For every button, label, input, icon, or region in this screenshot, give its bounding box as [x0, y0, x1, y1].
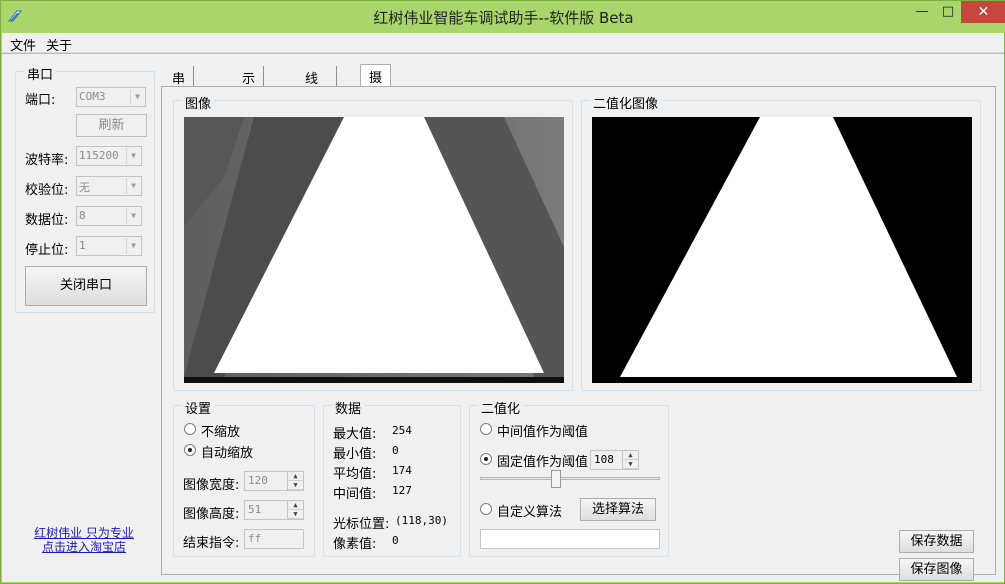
tab-oscilloscope[interactable]: 示波器 [234, 66, 265, 125]
threshold-slider-track[interactable] [480, 477, 660, 480]
refresh-button[interactable]: 刷新 [76, 114, 147, 137]
parity-select[interactable]: 无 ▼ [76, 176, 142, 196]
height-value: 51 [248, 503, 262, 516]
binarize-group-title: 二值化 [478, 398, 524, 417]
tab-serial-assistant[interactable]: 串口助手 [164, 66, 195, 144]
height-input[interactable]: 51 ▲ ▼ [244, 500, 304, 520]
max-value: 254 [392, 424, 412, 437]
port-value: COM3 [79, 90, 106, 103]
databits-value: 8 [79, 209, 86, 222]
fixed-threshold-radio[interactable] [480, 453, 492, 465]
minimize-button[interactable]: — [908, 3, 936, 23]
databits-label: 数据位: [25, 213, 69, 228]
mid-threshold-label: 中间值作为阈值 [497, 425, 589, 440]
save-data-button[interactable]: 保存数据 [899, 530, 974, 553]
data-group: 数据 最大值: 254 最小值: 0 平均值: 174 中间值: 127 光标位… [323, 398, 461, 557]
width-label: 图像宽度: [183, 478, 240, 493]
fixed-threshold-label: 固定值作为阈值 [497, 455, 589, 470]
chevron-down-icon: ▼ [130, 89, 144, 105]
menu-bar: 文件 关于 [2, 33, 1004, 54]
stopbits-label: 停止位: [25, 243, 69, 258]
width-input[interactable]: 120 ▲ ▼ [244, 471, 304, 491]
custom-algo-radio[interactable] [480, 503, 492, 515]
baud-value: 115200 [79, 149, 119, 162]
min-value: 0 [392, 444, 399, 457]
height-label: 图像高度: [183, 507, 240, 522]
auto-scale-label: 自动缩放 [201, 446, 254, 461]
binary-image[interactable] [592, 117, 972, 383]
cursor-label: 光标位置: [333, 517, 390, 532]
mid-threshold-radio[interactable] [480, 423, 492, 435]
close-button[interactable]: ✕ [961, 1, 1005, 23]
max-label: 最大值: [333, 427, 377, 442]
threshold-slider-handle[interactable] [551, 470, 561, 488]
pixel-label: 像素值: [333, 537, 377, 552]
end-cmd-label: 结束指令: [183, 536, 240, 551]
serial-group-title: 串口 [24, 64, 57, 83]
chevron-down-icon: ▼ [126, 238, 140, 254]
stopbits-select[interactable]: 1 ▼ [76, 236, 142, 256]
pixel-value: 0 [392, 534, 399, 547]
menu-about[interactable]: 关于 [46, 35, 72, 54]
store-link-line2[interactable]: 点击进入淘宝店 [24, 538, 144, 555]
no-scale-label: 不缩放 [201, 425, 241, 440]
fixed-threshold-input[interactable]: 108 ▲ ▼ [590, 450, 639, 470]
fixed-threshold-value: 108 [594, 453, 614, 466]
image-group-title: 图像 [182, 93, 215, 112]
title-bar[interactable]: 红树伟业智能车调试助手--软件版 Beta — □ ✕ [1, 1, 1005, 33]
data-group-title: 数据 [332, 398, 365, 417]
settings-group-title: 设置 [182, 398, 215, 417]
width-value: 120 [248, 474, 268, 487]
chevron-down-icon: ▼ [126, 178, 140, 194]
avg-label: 平均值: [333, 467, 377, 482]
app-window: 红树伟业智能车调试助手--软件版 Beta — □ ✕ 文件 关于 串口 端口:… [0, 0, 1005, 584]
stopbits-value: 1 [79, 239, 86, 252]
binary-group-title: 二值化图像 [590, 93, 662, 112]
image-group: 图像 [173, 93, 573, 391]
parity-label: 校验位: [25, 183, 69, 198]
auto-scale-radio[interactable] [184, 444, 196, 456]
no-scale-radio[interactable] [184, 423, 196, 435]
tab-linear-ccd[interactable]: 线性ccd [297, 66, 337, 121]
mid-label: 中间值: [333, 487, 377, 502]
serial-group: 串口 端口: COM3 ▼ 刷新 波特率: 115200 ▼ 校验位: 无 ▼ … [15, 64, 155, 313]
mid-value: 127 [392, 484, 412, 497]
port-select[interactable]: COM3 ▼ [76, 87, 146, 107]
menu-file[interactable]: 文件 [10, 35, 36, 54]
window-title: 红树伟业智能车调试助手--软件版 Beta [373, 9, 634, 27]
height-stepper[interactable]: ▲ ▼ [287, 501, 303, 519]
databits-select[interactable]: 8 ▼ [76, 206, 142, 226]
cursor-value: (118,30) [395, 514, 448, 527]
min-label: 最小值: [333, 447, 377, 462]
client-area: 串口 端口: COM3 ▼ 刷新 波特率: 115200 ▼ 校验位: 无 ▼ … [2, 54, 1004, 582]
end-cmd-input[interactable]: ff [244, 529, 304, 549]
chevron-down-icon: ▼ [126, 208, 140, 224]
threshold-stepper[interactable]: ▲ ▼ [622, 451, 638, 469]
port-label: 端口: [25, 93, 56, 108]
baud-label: 波特率: [25, 153, 69, 168]
save-image-button[interactable]: 保存图像 [899, 558, 974, 581]
maximize-button[interactable]: □ [934, 3, 962, 23]
width-stepper[interactable]: ▲ ▼ [287, 472, 303, 490]
baud-select[interactable]: 115200 ▼ [76, 146, 142, 166]
camera-tab-panel: 图像 二值化图像 设置 不缩放 自动缩放 图像宽度: 120 ▲ ▼ 图像高度:… [161, 86, 996, 581]
avg-value: 174 [392, 464, 412, 477]
algo-input[interactable] [480, 529, 660, 549]
tab-camera[interactable]: 摄像头 [360, 64, 392, 124]
settings-group: 设置 不缩放 自动缩放 图像宽度: 120 ▲ ▼ 图像高度: 51 ▲ ▼ 结束指… [173, 398, 315, 557]
binarize-group: 二值化 中间值作为阈值 固定值作为阈值 108 ▲ ▼ 自定义算法 选择算法 [469, 398, 669, 557]
parity-value: 无 [79, 181, 90, 194]
camera-image[interactable] [184, 117, 564, 383]
choose-algo-button[interactable]: 选择算法 [580, 498, 656, 521]
close-port-button[interactable]: 关闭串口 [25, 266, 147, 306]
custom-algo-label: 自定义算法 [497, 505, 563, 520]
chevron-down-icon: ▼ [126, 148, 140, 164]
binary-image-group: 二值化图像 [581, 93, 981, 391]
